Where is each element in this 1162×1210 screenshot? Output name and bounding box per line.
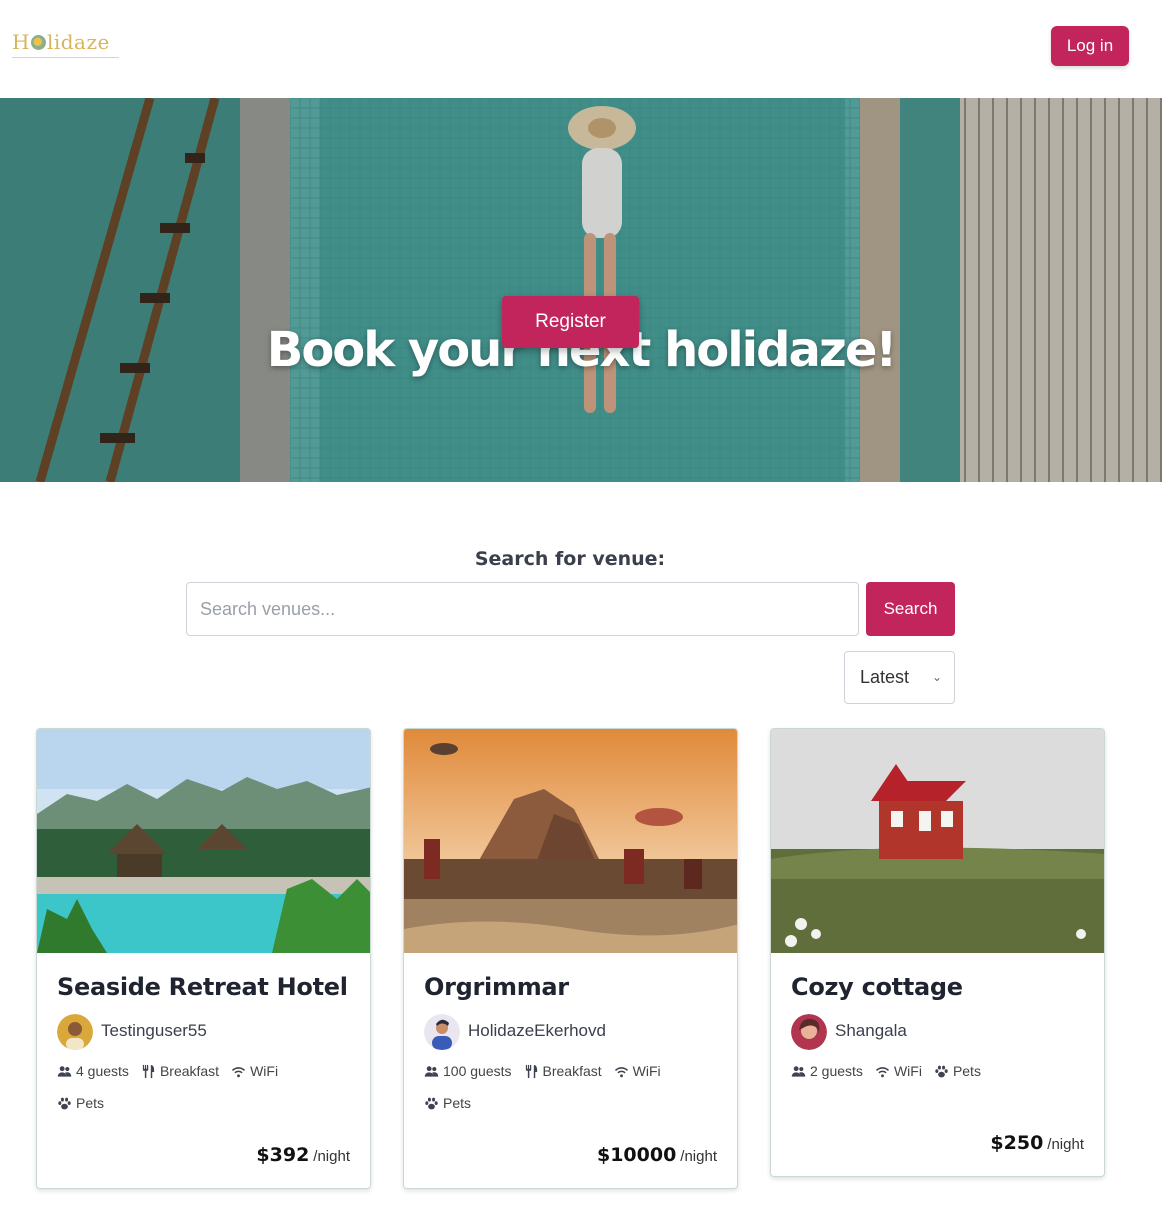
- guests-icon: [424, 1064, 439, 1079]
- amenity-label: Breakfast: [542, 1063, 602, 1079]
- sort-select[interactable]: Latest ⌄: [844, 651, 955, 704]
- amenity-label: WiFi: [893, 1063, 922, 1079]
- hero-pool-image: [0, 98, 1162, 482]
- amenity-wifi: WiFi: [614, 1063, 661, 1079]
- utensils-icon: [524, 1064, 539, 1079]
- venue-card[interactable]: Orgrimmar HolidazeEkerhovd 100 guests Br…: [403, 728, 738, 1189]
- amenity-label: Pets: [952, 1063, 981, 1079]
- venue-name[interactable]: Orgrimmar: [424, 973, 569, 1001]
- amenities-row: 100 guests Breakfast WiFi: [424, 1063, 661, 1079]
- amenity-label: 2 guests: [810, 1063, 863, 1079]
- holidaze-logo[interactable]: Hlidaze: [12, 30, 119, 58]
- amenity-wifi: WiFi: [875, 1063, 922, 1079]
- amenity-label: WiFi: [632, 1063, 661, 1079]
- venue-name[interactable]: Seaside Retreat Hotel: [57, 973, 348, 1001]
- paw-icon: [424, 1096, 439, 1111]
- price-unit: /night: [680, 1148, 717, 1165]
- venue-image-resort-pool: [37, 729, 370, 953]
- hero-banner: Book your next holidaze!: [0, 98, 1162, 482]
- sort-selected-value: Latest: [860, 667, 910, 687]
- amenity-label: WiFi: [250, 1063, 279, 1079]
- chevron-down-icon: ⌄: [931, 670, 942, 684]
- price-amount: $392: [256, 1144, 310, 1166]
- wifi-icon: [875, 1064, 890, 1079]
- amenity-label: Pets: [443, 1095, 472, 1111]
- owner-name: Shangala: [835, 1021, 907, 1040]
- price-amount: $10000: [596, 1144, 677, 1166]
- amenity-label: 4 guests: [76, 1063, 129, 1079]
- venue-image-red-cottage: [771, 729, 1104, 953]
- paw-icon: [57, 1096, 72, 1111]
- logo-text-end: lidaze: [46, 30, 110, 54]
- wifi-icon: [231, 1064, 246, 1079]
- paw-icon: [934, 1064, 949, 1079]
- amenities-row: 2 guests WiFi Pets: [791, 1063, 981, 1079]
- utensils-icon: [141, 1064, 156, 1079]
- login-button[interactable]: Log in: [1051, 26, 1129, 66]
- guests-icon: [791, 1064, 806, 1079]
- amenity-pets: Pets: [934, 1063, 981, 1079]
- owner-avatar: [791, 1014, 827, 1050]
- amenity-label: 100 guests: [443, 1063, 512, 1079]
- amenity-pets: Pets: [424, 1095, 471, 1111]
- register-button[interactable]: Register: [502, 296, 639, 348]
- amenities-row: Pets: [424, 1095, 471, 1111]
- amenities-row: 4 guests Breakfast WiFi: [57, 1063, 278, 1079]
- price-unit: /night: [1047, 1136, 1084, 1153]
- amenity-guests: 2 guests: [791, 1063, 863, 1079]
- amenity-label: Breakfast: [159, 1063, 220, 1079]
- owner-avatar: [57, 1014, 93, 1050]
- amenity-pets: Pets: [57, 1095, 104, 1111]
- wifi-icon: [614, 1064, 629, 1079]
- amenities-row: Pets: [57, 1095, 104, 1111]
- amenity-breakfast: Breakfast: [141, 1063, 219, 1079]
- logo-text-start: H: [12, 30, 30, 54]
- price-amount: $250: [990, 1132, 1044, 1154]
- search-button[interactable]: Search: [866, 582, 955, 636]
- amenity-label: Pets: [76, 1095, 105, 1111]
- venue-image-fantasy-city: [404, 729, 737, 953]
- search-label: Search for venue:: [474, 548, 666, 570]
- venue-price: $250/night: [990, 1132, 1084, 1154]
- logo-sun-icon: [30, 35, 46, 50]
- owner-name: Testinguser55: [101, 1021, 207, 1040]
- amenity-guests: 4 guests: [57, 1063, 129, 1079]
- venue-price: $392/night: [256, 1144, 350, 1166]
- amenity-guests: 100 guests: [424, 1063, 512, 1079]
- venue-card[interactable]: Seaside Retreat Hotel Testinguser55 4 gu…: [36, 728, 371, 1189]
- owner-name: HolidazeEkerhovd: [468, 1021, 606, 1040]
- amenity-wifi: WiFi: [231, 1063, 278, 1079]
- venue-price: $10000/night: [597, 1144, 717, 1166]
- price-unit: /night: [313, 1148, 350, 1165]
- venue-name[interactable]: Cozy cottage: [791, 973, 963, 1001]
- search-input[interactable]: [186, 582, 859, 636]
- owner-avatar: [424, 1014, 460, 1050]
- site-header: Hlidaze Log in: [0, 0, 1162, 98]
- guests-icon: [57, 1064, 72, 1079]
- amenity-breakfast: Breakfast: [524, 1063, 602, 1079]
- venue-card[interactable]: Cozy cottage Shangala 2 guests WiFi Pets…: [770, 728, 1105, 1177]
